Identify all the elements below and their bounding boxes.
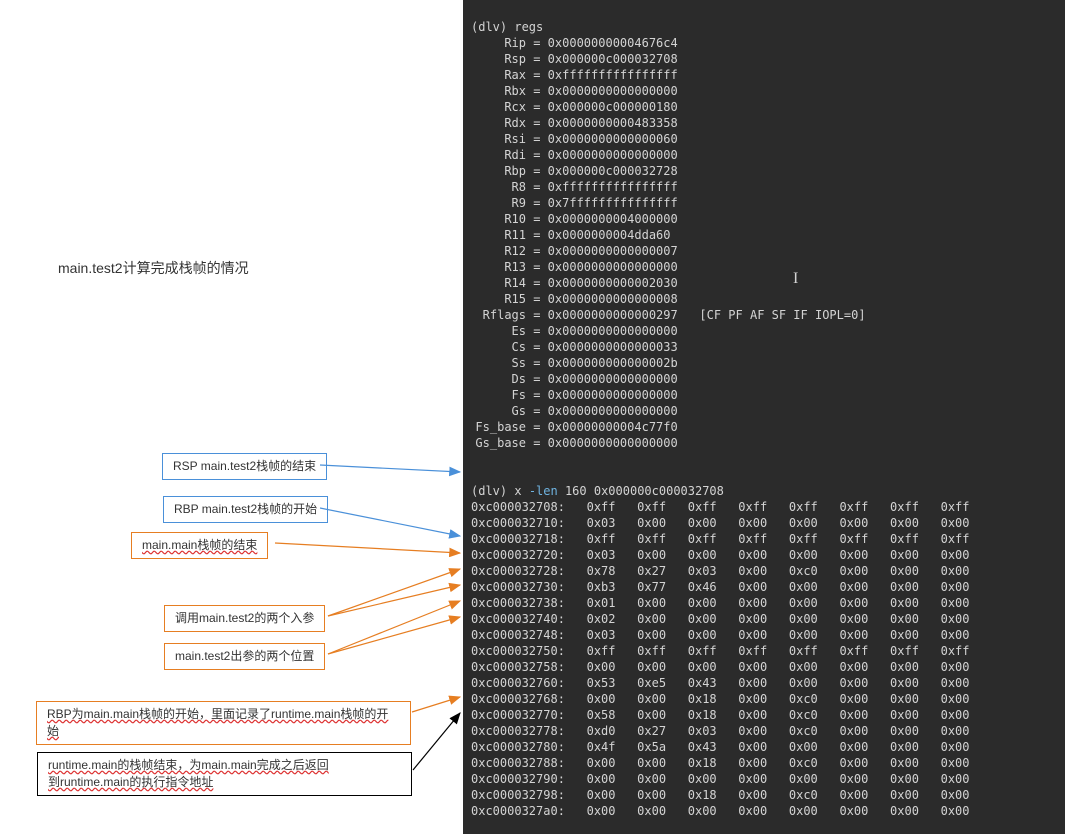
memory-line: 0xc000032760: 0x53 0xe5 0x43 0x00 0x00 0…	[471, 675, 1057, 691]
register-line: Rdi = 0x0000000000000000	[471, 147, 1057, 163]
register-line: R13 = 0x0000000000000000	[471, 259, 1057, 275]
register-line: R9 = 0x7fffffffffffffff	[471, 195, 1057, 211]
dlv-prompt: (dlv)	[471, 20, 507, 34]
memory-line: 0xc000032778: 0xd0 0x27 0x03 0x00 0xc0 0…	[471, 723, 1057, 739]
memory-line: 0xc000032750: 0xff 0xff 0xff 0xff 0xff 0…	[471, 643, 1057, 659]
memory-line: 0xc000032718: 0xff 0xff 0xff 0xff 0xff 0…	[471, 531, 1057, 547]
registers-output: Rip = 0x00000000004676c4Rsp = 0x000000c0…	[471, 35, 1057, 451]
memory-line: 0xc000032770: 0x58 0x00 0x18 0x00 0xc0 0…	[471, 707, 1057, 723]
register-line: Rsi = 0x0000000000000060	[471, 131, 1057, 147]
mem-cmd-flag: -len	[529, 484, 558, 498]
memory-line: 0xc000032740: 0x02 0x00 0x00 0x00 0x00 0…	[471, 611, 1057, 627]
register-line: R15 = 0x0000000000000008	[471, 291, 1057, 307]
terminal-panel[interactable]: (dlv) regs Rip = 0x00000000004676c4Rsp =…	[463, 0, 1065, 834]
register-line: Rax = 0xffffffffffffffff	[471, 67, 1057, 83]
register-line: Rflags = 0x0000000000000297 [CF PF AF SF…	[471, 307, 1057, 323]
annotation-two-in: 调用main.test2的两个入参	[164, 605, 325, 632]
memory-line: 0xc000032738: 0x01 0x00 0x00 0x00 0x00 0…	[471, 595, 1057, 611]
register-line: Gs_base = 0x0000000000000000	[471, 435, 1057, 451]
register-line: R12 = 0x0000000000000007	[471, 243, 1057, 259]
register-line: Rdx = 0x0000000000483358	[471, 115, 1057, 131]
register-line: Gs = 0x0000000000000000	[471, 403, 1057, 419]
memory-line: 0xc000032768: 0x00 0x00 0x18 0x00 0xc0 0…	[471, 691, 1057, 707]
memory-line: 0xc000032748: 0x03 0x00 0x00 0x00 0x00 0…	[471, 627, 1057, 643]
memory-line: 0xc000032780: 0x4f 0x5a 0x43 0x00 0x00 0…	[471, 739, 1057, 755]
register-line: R8 = 0xffffffffffffffff	[471, 179, 1057, 195]
register-line: Rbx = 0x0000000000000000	[471, 83, 1057, 99]
register-line: R10 = 0x0000000004000000	[471, 211, 1057, 227]
memory-output: 0xc000032708: 0xff 0xff 0xff 0xff 0xff 0…	[471, 499, 1057, 819]
page-title: main.test2计算完成栈帧的情况	[58, 258, 249, 278]
register-line: Rcx = 0x000000c000000180	[471, 99, 1057, 115]
text-cursor-icon: I	[793, 270, 798, 288]
memory-line: 0xc0000327a0: 0x00 0x00 0x00 0x00 0x00 0…	[471, 803, 1057, 819]
register-line: Cs = 0x0000000000000033	[471, 339, 1057, 355]
memory-line: 0xc000032728: 0x78 0x27 0x03 0x00 0xc0 0…	[471, 563, 1057, 579]
register-line: Fs = 0x0000000000000000	[471, 387, 1057, 403]
mem-cmd-prefix: x	[514, 484, 528, 498]
register-line: R11 = 0x0000000004dda60	[471, 227, 1057, 243]
register-line: Es = 0x0000000000000000	[471, 323, 1057, 339]
annotation-main-end: main.main栈帧的结束	[131, 532, 268, 559]
memory-line: 0xc000032708: 0xff 0xff 0xff 0xff 0xff 0…	[471, 499, 1057, 515]
register-line: Fs_base = 0x00000000004c77f0	[471, 419, 1057, 435]
memory-line: 0xc000032710: 0x03 0x00 0x00 0x00 0x00 0…	[471, 515, 1057, 531]
mem-cmd-rest: 160 0x000000c000032708	[558, 484, 724, 498]
register-line: Ss = 0x000000000000002b	[471, 355, 1057, 371]
annotation-runtime: runtime.main的栈帧结束，为main.main完成之后返回 到runt…	[37, 752, 412, 796]
memory-line: 0xc000032720: 0x03 0x00 0x00 0x00 0x00 0…	[471, 547, 1057, 563]
register-line: Rbp = 0x000000c000032728	[471, 163, 1057, 179]
memory-line: 0xc000032790: 0x00 0x00 0x00 0x00 0x00 0…	[471, 771, 1057, 787]
register-line: Rip = 0x00000000004676c4	[471, 35, 1057, 51]
register-line: R14 = 0x0000000000002030	[471, 275, 1057, 291]
annotation-rbp: RBP main.test2栈帧的开始	[163, 496, 328, 523]
regs-command: regs	[514, 20, 543, 34]
dlv-prompt-2: (dlv)	[471, 484, 507, 498]
annotation-rbp-main: RBP为main.main栈帧的开始，里面记录了runtime.main栈帧的开…	[36, 701, 411, 745]
annotation-two-out: main.test2出参的两个位置	[164, 643, 325, 670]
memory-line: 0xc000032730: 0xb3 0x77 0x46 0x00 0x00 0…	[471, 579, 1057, 595]
annotation-rsp: RSP main.test2栈帧的结束	[162, 453, 327, 480]
memory-line: 0xc000032798: 0x00 0x00 0x18 0x00 0xc0 0…	[471, 787, 1057, 803]
register-line: Ds = 0x0000000000000000	[471, 371, 1057, 387]
memory-line: 0xc000032788: 0x00 0x00 0x18 0x00 0xc0 0…	[471, 755, 1057, 771]
register-line: Rsp = 0x000000c000032708	[471, 51, 1057, 67]
memory-line: 0xc000032758: 0x00 0x00 0x00 0x00 0x00 0…	[471, 659, 1057, 675]
